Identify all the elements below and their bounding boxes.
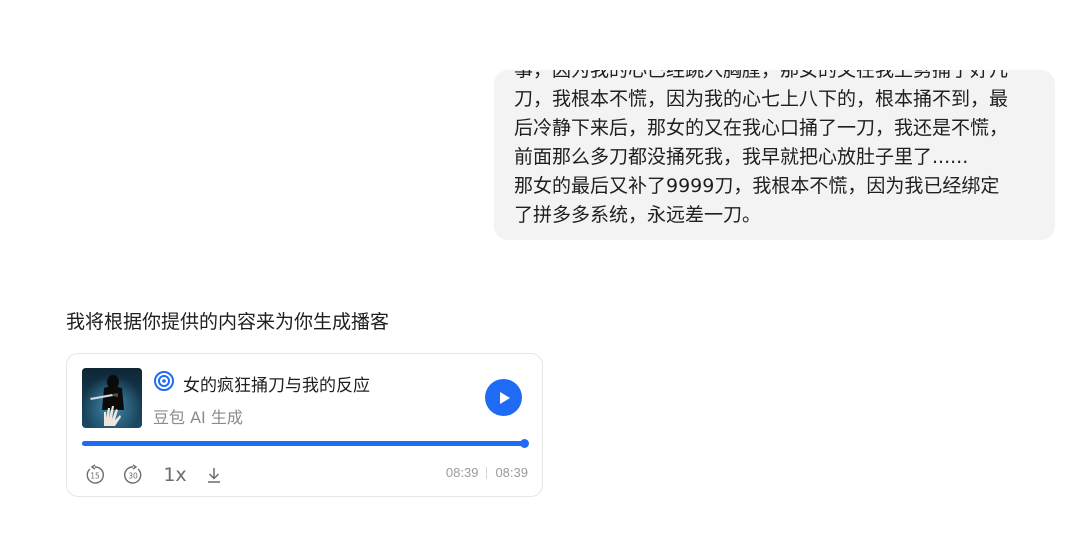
- user-message-line: 事，因为我的心已经跳入胸膛，那女的又在我上劈捅了好几: [514, 70, 1009, 81]
- rewind-15-icon: 15: [86, 464, 104, 484]
- progress-bar[interactable]: [82, 439, 529, 448]
- user-message-line: 那女的最后又补了9999刀，我根本不慌，因为我已经绑定: [514, 175, 1000, 197]
- podcast-title-row: 女的疯狂捅刀与我的反应: [153, 370, 370, 396]
- progress-fill: [82, 441, 525, 446]
- podcast-card[interactable]: 女的疯狂捅刀与我的反应 豆包 AI 生成 15 30 1x 08:39 08:3…: [66, 353, 543, 497]
- forward-30-icon: 30: [124, 464, 142, 484]
- rewind-seconds-label: 15: [90, 472, 100, 481]
- podcast-cover-image: [82, 368, 142, 428]
- current-time: 08:39: [445, 465, 479, 480]
- user-message-line: 刀，我根本不慌，因为我的心七上八下的，根本捅不到，最: [514, 88, 1009, 110]
- assistant-reply-text: 我将根据你提供的内容来为你生成播客: [66, 311, 390, 333]
- podcast-title: 女的疯狂捅刀与我的反应: [183, 375, 370, 396]
- user-message-line: 前面那么多刀都没捅死我，我早就把心放肚子里了......: [514, 146, 969, 168]
- chat-page: 事，因为我的心已经跳入胸膛，那女的又在我上劈捅了好几 刀，我根本不慌，因为我的心…: [0, 0, 1080, 556]
- progress-handle[interactable]: [520, 439, 529, 448]
- podcast-icon: [153, 370, 175, 396]
- time-divider: [486, 466, 488, 479]
- download-button[interactable]: [202, 463, 226, 487]
- podcast-subtitle: 豆包 AI 生成: [153, 408, 243, 427]
- user-message-text: 事，因为我的心已经跳入胸膛，那女的又在我上劈捅了好几 刀，我根本不慌，因为我的心…: [514, 70, 1049, 230]
- play-button[interactable]: [485, 379, 522, 416]
- user-message-line: 后冷静下来后，那女的又在我心口捅了一刀，我还是不慌，: [514, 117, 1009, 139]
- total-time: 08:39: [495, 465, 528, 480]
- play-icon: [499, 391, 510, 404]
- user-message-line: 了拼多多系统，永远差一刀。: [514, 204, 762, 226]
- speed-button[interactable]: 1x: [158, 464, 192, 486]
- download-icon: [208, 468, 220, 483]
- forward-seconds-label: 30: [128, 472, 138, 481]
- time-display: 08:39 08:39: [446, 465, 528, 480]
- user-message-bubble: 事，因为我的心已经跳入胸膛，那女的又在我上劈捅了好几 刀，我根本不慌，因为我的心…: [494, 70, 1055, 240]
- rewind-15-button[interactable]: 15: [82, 462, 108, 488]
- playback-controls: 15 30 1x: [82, 462, 226, 488]
- forward-30-button[interactable]: 30: [120, 462, 146, 488]
